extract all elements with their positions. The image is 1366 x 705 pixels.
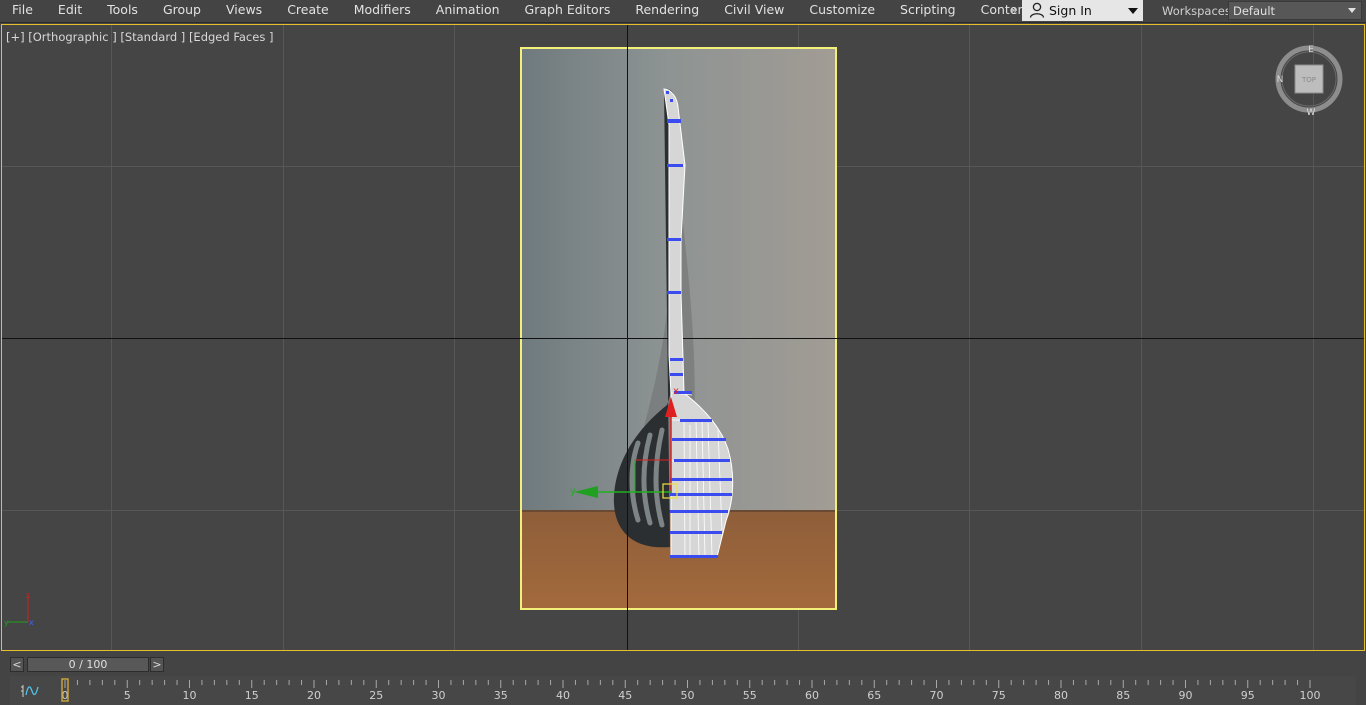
ruler-tick-label: 75 (992, 689, 1006, 702)
curve-editor-icon[interactable] (18, 681, 42, 701)
menu-civil-view[interactable]: Civil View (712, 0, 797, 22)
workspaces-label: Workspaces: (1162, 4, 1235, 18)
menu-file[interactable]: File (0, 0, 46, 22)
axis-tripod: z x y (4, 591, 34, 627)
chevron-down-icon (1128, 8, 1138, 14)
viewcube[interactable]: TOP N E W (1275, 45, 1343, 118)
user-icon (1029, 2, 1045, 18)
chevron-down-icon (1348, 8, 1356, 13)
svg-text:y: y (4, 618, 9, 627)
ruler-tick-label: 5 (124, 689, 131, 702)
ruler-tick-label: 50 (681, 689, 695, 702)
menu-group[interactable]: Group (151, 0, 214, 22)
ruler-tick-label: 100 (1300, 689, 1321, 702)
compass-w: W (1307, 108, 1316, 118)
ruler-tick-label: 40 (556, 689, 570, 702)
compass-e: E (1308, 45, 1314, 55)
workspace-value: Default (1233, 4, 1276, 18)
menu-scripting[interactable]: Scripting (888, 0, 969, 22)
svg-text:z: z (26, 591, 30, 600)
viewport-grid: x y z x y TOP N E W (2, 25, 1364, 650)
gizmo-y-label: y (570, 486, 576, 497)
sign-in-button[interactable]: Sign In (1022, 0, 1143, 21)
ruler-tick-label: 80 (1054, 689, 1068, 702)
ruler-tick-label: 95 (1241, 689, 1255, 702)
ruler-tick-label: 85 (1116, 689, 1130, 702)
compass-n: N (1277, 75, 1284, 85)
ruler-tick-label: 60 (805, 689, 819, 702)
ruler-tick-label: 65 (867, 689, 881, 702)
menu-bar: File Edit Tools Group Views Create Modifiers An… (0, 0, 1366, 23)
menu-graph-editors[interactable]: Graph Editors (513, 0, 624, 22)
perspective-viewport[interactable]: x y z x y TOP N E W [+] [Orthographic ] … (1, 24, 1365, 651)
timeline-ruler[interactable]: 0 5 10 15 20 25 30 35 40 45 50 55 60 65 70 75 80 85 90 95 10… (0, 676, 1366, 705)
menu-views[interactable]: Views (214, 0, 275, 22)
svg-text:x: x (29, 618, 34, 627)
ruler-tick-label: 15 (245, 689, 259, 702)
viewcube-face-label: TOP (1301, 76, 1316, 84)
ruler-tick-label: 35 (494, 689, 508, 702)
ruler-tick-label: 55 (743, 689, 757, 702)
menu-customize[interactable]: Customize (797, 0, 888, 22)
menu-rendering[interactable]: Rendering (623, 0, 712, 22)
ruler-tick-label: 10 (183, 689, 197, 702)
menu-overflow-button[interactable]: » (1007, 0, 1021, 22)
menu-modifiers[interactable]: Modifiers (342, 0, 424, 22)
time-slider-bar: < 0 / 100 > 0 5 10 15 20 25 30 35 40 45 50 55 60 65 70… (0, 653, 1366, 705)
ruler-tick-label: 20 (307, 689, 321, 702)
ruler-tick-label: 45 (618, 689, 632, 702)
ruler-tick-label: 25 (369, 689, 383, 702)
viewport-label-menu[interactable]: [+] [Orthographic ] [Standard ] [Edged F… (6, 30, 273, 44)
menu-animation[interactable]: Animation (424, 0, 513, 22)
main-menu: File Edit Tools Group Views Create Modifiers An… (0, 0, 1043, 22)
workspace-dropdown[interactable]: Default (1228, 1, 1362, 20)
ruler-tick-label: 90 (1179, 689, 1193, 702)
next-frame-button[interactable]: > (150, 657, 164, 672)
sign-in-label: Sign In (1049, 3, 1092, 18)
menu-create[interactable]: Create (275, 0, 342, 22)
ruler-tick-label: 70 (930, 689, 944, 702)
previous-frame-button[interactable]: < (10, 657, 24, 672)
menu-tools[interactable]: Tools (95, 0, 151, 22)
ruler-tick-label: 30 (432, 689, 446, 702)
gizmo-x-label: x (673, 386, 679, 397)
time-slider[interactable]: 0 / 100 (27, 657, 149, 672)
menu-edit[interactable]: Edit (46, 0, 95, 22)
